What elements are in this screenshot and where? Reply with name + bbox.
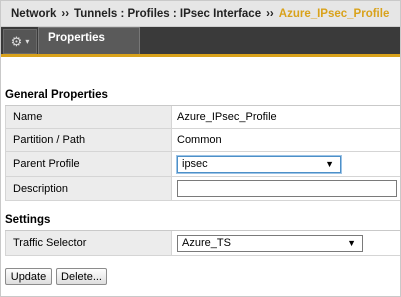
settings-heading: Settings — [5, 214, 51, 226]
parent-profile-select[interactable]: ipsec ▼ — [177, 155, 341, 173]
parent-profile-cell: ipsec ▼ — [172, 152, 400, 176]
parent-profile-label: Parent Profile — [5, 152, 172, 176]
partition-row: Partition / Path Common — [5, 129, 400, 152]
breadcrumb-network[interactable]: Network — [11, 8, 56, 20]
tab-bar: ⚙ ▾ Properties — [1, 27, 400, 57]
breadcrumb: Network ›› Tunnels : Profiles : IPsec In… — [1, 1, 400, 27]
update-button[interactable]: Update — [5, 268, 52, 285]
dropdown-arrow-icon: ▼ — [347, 238, 356, 248]
general-properties-table: Name Azure_IPsec_Profile Partition / Pat… — [5, 105, 400, 201]
gear-menu-button[interactable]: ⚙ ▾ — [3, 29, 37, 54]
description-input[interactable] — [177, 180, 397, 197]
partition-label: Partition / Path — [5, 129, 172, 151]
settings-table: Traffic Selector Azure_TS ▼ — [5, 230, 400, 256]
breadcrumb-current-page: Azure_IPsec_Profile — [278, 7, 390, 20]
general-properties-heading: General Properties — [5, 89, 108, 101]
dropdown-arrow-icon: ▼ — [325, 159, 334, 169]
breadcrumb-separator: ›› — [61, 7, 70, 20]
parent-profile-value: ipsec — [182, 158, 208, 170]
gear-icon: ⚙ — [10, 33, 23, 49]
traffic-selector-select[interactable]: Azure_TS ▼ — [177, 234, 363, 252]
description-label: Description — [5, 177, 172, 200]
traffic-selector-row: Traffic Selector Azure_TS ▼ — [5, 231, 400, 256]
name-label: Name — [5, 106, 172, 128]
name-value: Azure_IPsec_Profile — [172, 106, 400, 128]
traffic-selector-value: Azure_TS — [182, 237, 231, 249]
parent-profile-row: Parent Profile ipsec ▼ — [5, 152, 400, 177]
description-cell — [172, 177, 400, 200]
delete-button[interactable]: Delete... — [56, 268, 107, 285]
breadcrumb-separator: ›› — [266, 7, 274, 20]
partition-value: Common — [172, 129, 400, 151]
tab-properties[interactable]: Properties — [38, 27, 140, 54]
description-row: Description — [5, 177, 400, 201]
traffic-selector-cell: Azure_TS ▼ — [172, 231, 400, 255]
chevron-down-icon: ▾ — [25, 37, 30, 46]
name-row: Name Azure_IPsec_Profile — [5, 106, 400, 129]
traffic-selector-label: Traffic Selector — [5, 231, 172, 255]
breadcrumb-ipsec-interface[interactable]: Tunnels : Profiles : IPsec Interface — [74, 8, 261, 20]
